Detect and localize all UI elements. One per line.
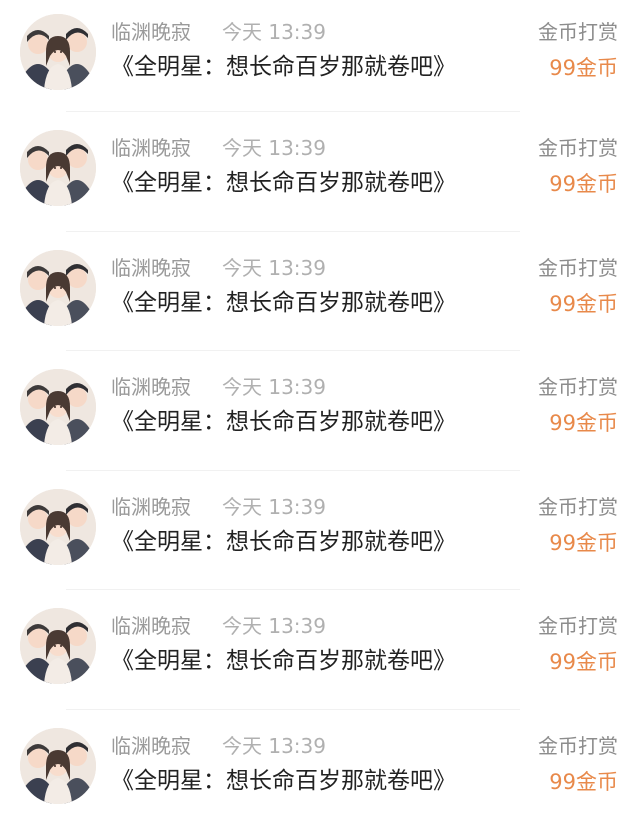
reward-type-label: 金币打赏: [538, 733, 618, 758]
reward-time: 今天 13:39: [222, 494, 326, 519]
username[interactable]: 临渊晚寂: [111, 18, 191, 46]
reward-time: 今天 13:39: [222, 733, 326, 758]
reward-type-label: 金币打赏: [538, 136, 618, 160]
book-title[interactable]: 《全明星：想长命百岁那就卷吧》: [111, 765, 456, 797]
reward-amount: 99金币: [549, 411, 618, 435]
username[interactable]: 临渊晚寂: [111, 612, 191, 640]
book-title[interactable]: 《全明星：想长命百岁那就卷吧》: [111, 406, 456, 438]
user-avatar-icon[interactable]: [20, 488, 96, 565]
user-avatar-icon[interactable]: [20, 14, 96, 90]
book-title[interactable]: 《全明星：想长命百岁那就卷吧》: [111, 167, 456, 199]
username[interactable]: 临渊晚寂: [111, 373, 191, 401]
username[interactable]: 临渊晚寂: [111, 134, 191, 162]
reward-type-label: 金币打赏: [538, 255, 618, 280]
reward-record-row[interactable]: 临渊晚寂 今天 13:39 《全明星：想长命百岁那就卷吧》 金币打赏 99金币: [0, 232, 640, 351]
reward-time: 今天 13:39: [222, 20, 326, 44]
book-title[interactable]: 《全明星：想长命百岁那就卷吧》: [111, 645, 456, 677]
reward-record-row[interactable]: 临渊晚寂 今天 13:39 《全明星：想长命百岁那就卷吧》 金币打赏 99金币: [0, 471, 640, 590]
reward-type-label: 金币打赏: [538, 494, 618, 519]
user-avatar-icon[interactable]: [20, 369, 96, 445]
user-avatar-icon[interactable]: [20, 249, 96, 326]
reward-time: 今天 13:39: [222, 614, 326, 638]
reward-type-label: 金币打赏: [538, 614, 618, 638]
username[interactable]: 临渊晚寂: [111, 732, 191, 760]
book-title[interactable]: 《全明星：想长命百岁那就卷吧》: [111, 51, 456, 83]
reward-amount: 99金币: [549, 650, 618, 674]
user-avatar-icon[interactable]: [20, 608, 96, 684]
user-avatar-icon[interactable]: [20, 130, 96, 206]
reward-amount: 99金币: [549, 769, 618, 794]
reward-record-row[interactable]: 临渊晚寂 今天 13:39 《全明星：想长命百岁那就卷吧》 金币打赏 99金币: [0, 0, 640, 112]
reward-type-label: 金币打赏: [538, 20, 618, 44]
reward-record-row[interactable]: 临渊晚寂 今天 13:39 《全明星：想长命百岁那就卷吧》 金币打赏 99金币: [0, 590, 640, 710]
reward-type-label: 金币打赏: [538, 375, 618, 399]
reward-time: 今天 13:39: [222, 255, 326, 280]
reward-amount: 99金币: [549, 172, 618, 196]
book-title[interactable]: 《全明星：想长命百岁那就卷吧》: [111, 287, 456, 319]
username[interactable]: 临渊晚寂: [111, 493, 191, 521]
reward-time: 今天 13:39: [222, 375, 326, 399]
reward-record-row[interactable]: 临渊晚寂 今天 13:39 《全明星：想长命百岁那就卷吧》 金币打赏 99金币: [0, 112, 640, 232]
book-title[interactable]: 《全明星：想长命百岁那就卷吧》: [111, 526, 456, 558]
reward-record-row[interactable]: 临渊晚寂 今天 13:39 《全明星：想长命百岁那就卷吧》 金币打赏 99金币: [0, 710, 640, 830]
reward-amount: 99金币: [549, 530, 618, 555]
reward-record-row[interactable]: 临渊晚寂 今天 13:39 《全明星：想长命百岁那就卷吧》 金币打赏 99金币: [0, 351, 640, 471]
reward-time: 今天 13:39: [222, 136, 326, 160]
reward-amount: 99金币: [549, 56, 618, 80]
username[interactable]: 临渊晚寂: [111, 254, 191, 282]
user-avatar-icon[interactable]: [20, 727, 96, 804]
reward-record-list: 临渊晚寂 今天 13:39 《全明星：想长命百岁那就卷吧》 金币打赏 99金币: [0, 0, 640, 834]
reward-amount: 99金币: [549, 291, 618, 316]
